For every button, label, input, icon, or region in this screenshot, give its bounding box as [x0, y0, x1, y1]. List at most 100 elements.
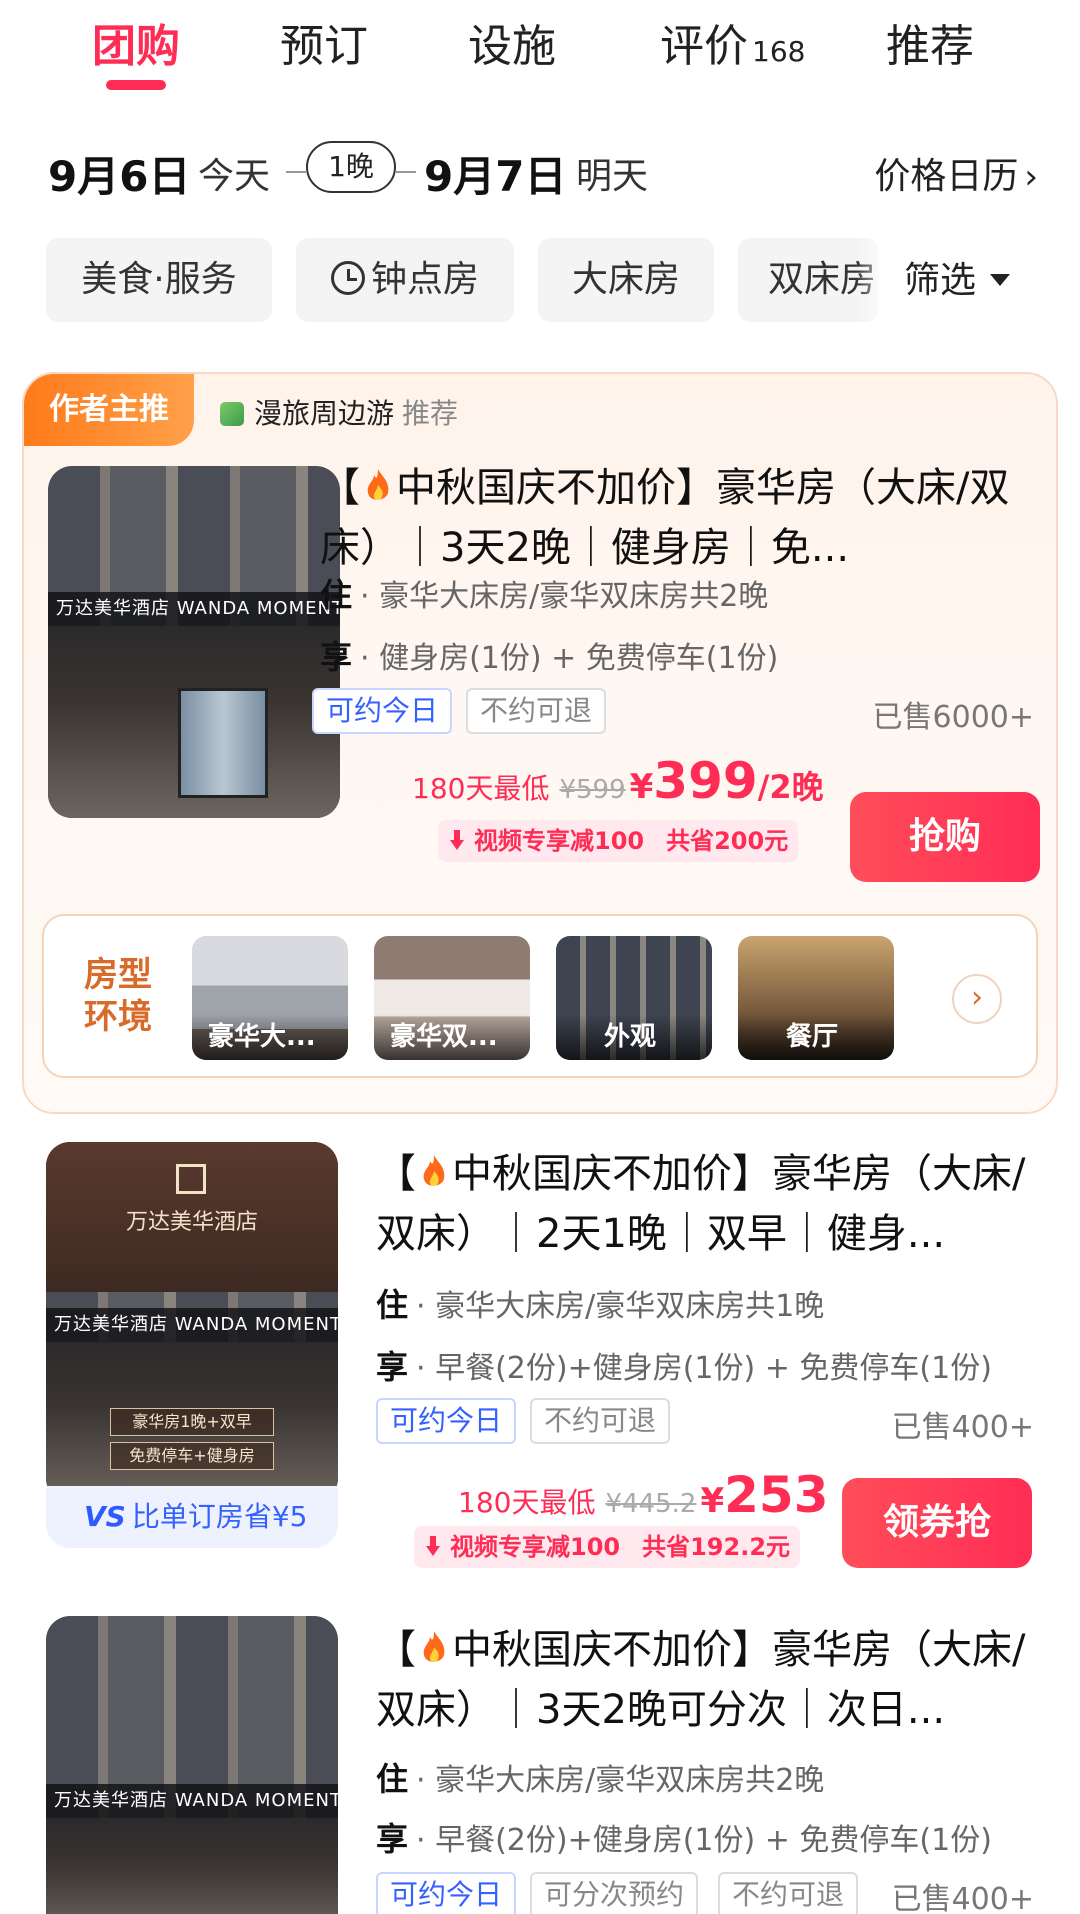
price-unit: /2晚	[757, 768, 824, 806]
compare-text: 比单订房省¥5	[131, 1500, 308, 1533]
nights-connector-left	[286, 171, 306, 173]
tag-bookable-today: 可约今日	[312, 688, 453, 734]
deal-price: 399	[653, 752, 758, 810]
nights-count[interactable]: 1晚	[306, 141, 396, 193]
sold-count: 已售400+	[891, 1410, 1034, 1445]
filter-chip-hourly-room[interactable]: 钟点房	[296, 238, 514, 322]
room-thumb-label: 外观	[556, 1014, 712, 1060]
deal-title[interactable]: 【中秋国庆不加价】豪华房（大床/双床）｜3天2晚可分次｜次日...	[376, 1620, 1036, 1740]
price-currency: ¥	[629, 767, 654, 807]
filter-dropdown-button[interactable]: 筛选	[896, 238, 1080, 324]
stay-key: 住	[376, 1760, 409, 1798]
total-saving: 共省200元	[666, 827, 789, 855]
video-discount-badge: 视频专享减100 共省192.2元	[414, 1526, 801, 1568]
video-discount-badge: 视频专享减100 共省200元	[438, 820, 799, 862]
enjoy-info: 享 · 早餐(2份)+健身房(1份) + 免费停车(1份)	[376, 1342, 992, 1388]
deal-price: 253	[724, 1466, 829, 1524]
promo-source: 漫旅周边游 推荐	[220, 392, 458, 432]
top-tab-bar: 团购 预订 设施 评价 168 推荐	[0, 0, 1080, 100]
enjoy-key: 享	[376, 1820, 409, 1858]
tab-group-buy[interactable]: 团购	[92, 10, 180, 74]
room-thumb-king[interactable]: 豪华大...	[192, 936, 348, 1060]
tag-bookable-today: 可约今日	[376, 1398, 517, 1444]
tab-reviews-label: 评价	[660, 21, 748, 72]
original-price: ¥445.2	[605, 1489, 697, 1519]
checkout-day-label: 明天	[576, 156, 649, 197]
caret-down-icon	[990, 274, 1011, 286]
deal-title-bracket: 【	[376, 1151, 416, 1197]
original-price: ¥599	[559, 775, 626, 805]
photo-overlay-text: 豪华房1晚+双早	[110, 1408, 274, 1436]
chevron-right-icon[interactable]: ›	[952, 974, 1002, 1024]
room-thumb-restaurant[interactable]: 餐厅	[738, 936, 894, 1060]
promo-source-suffix: 推荐	[402, 397, 459, 430]
enjoy-info: 享 · 早餐(2份)+健身房(1份) + 免费停车(1份)	[376, 1814, 992, 1860]
filter-chip-food-service[interactable]: 美食·服务	[46, 238, 272, 322]
enjoy-text: · 健身房(1份) + 免费停车(1份)	[360, 641, 779, 676]
tab-reviews[interactable]: 评价 168	[660, 10, 805, 74]
arrow-down-icon	[450, 830, 464, 850]
tab-facilities[interactable]: 设施	[468, 10, 556, 74]
deal-title-text: 中秋国庆不加价】豪华房（大床/双床）｜3天2晚｜健身房｜免...	[320, 465, 1010, 571]
tab-booking[interactable]: 预订	[280, 10, 368, 74]
stay-info: 住 · 豪华大床房/豪华双床房共2晚	[320, 570, 768, 616]
fire-icon	[423, 1155, 445, 1186]
price-calendar-link[interactable]: 价格日历 ›	[874, 147, 1038, 199]
hotel-sign: 万达美华酒店 WANDA MOMENTS	[46, 1784, 338, 1818]
filter-chip-king-bed[interactable]: 大床房	[538, 238, 714, 322]
author-pick-badge: 作者主推	[24, 374, 194, 446]
enjoy-info: 享 · 健身房(1份) + 免费停车(1份)	[320, 632, 778, 678]
hotel-lobby-image	[46, 1818, 338, 1914]
deal-photo[interactable]: 万达美华酒店 万达美华酒店 WANDA MOMENTS 豪华房1晚+双早 免费停…	[46, 1142, 338, 1502]
price-row: 180天最低 ¥445.2 ¥253	[458, 1466, 828, 1524]
checkout-date[interactable]: 9月7日	[424, 143, 566, 204]
arrow-down-icon	[426, 1536, 440, 1556]
price-row: 180天最低 ¥599 ¥399/2晚	[412, 752, 824, 810]
buy-button[interactable]: 抢购	[850, 792, 1040, 882]
discount-text: 视频专享减100	[450, 1533, 621, 1561]
tag-refundable: 不约可退	[530, 1398, 671, 1444]
room-thumb-exterior[interactable]: 外观	[556, 936, 712, 1060]
tag-bookable-today: 可约今日	[376, 1872, 517, 1914]
discount-text: 视频专享减100	[474, 827, 645, 855]
enjoy-text: · 早餐(2份)+健身房(1份) + 免费停车(1份)	[416, 1823, 992, 1858]
lowest-price-note: 180天最低	[412, 772, 550, 805]
hotel-brand-banner: 万达美华酒店	[46, 1142, 338, 1292]
revolving-door-image	[178, 688, 268, 798]
deal-title[interactable]: 【中秋国庆不加价】豪华房（大床/双床）｜3天2晚｜健身房｜免...	[320, 458, 1040, 578]
deal-title-text: 中秋国庆不加价】豪华房（大床/双床）｜3天2晚可分次｜次日...	[376, 1627, 1026, 1733]
deal-title-bracket: 【	[320, 465, 360, 511]
hotel-logo-icon	[176, 1164, 206, 1194]
fire-icon	[423, 1631, 445, 1662]
chevron-right-icon: ›	[1024, 157, 1038, 197]
filter-scroll-fade	[856, 238, 896, 324]
filter-bar: 美食·服务 钟点房 大床房 双床房 筛选	[0, 238, 1080, 324]
tab-recommend[interactable]: 推荐	[886, 10, 974, 74]
date-selector[interactable]: 9月6日 今天 1晚 9月7日 明天 价格日历 ›	[0, 135, 1080, 205]
room-type-strip: 房型环境 豪华大... 豪华双... 外观 餐厅 ›	[42, 914, 1038, 1078]
promoted-deal-card[interactable]: 作者主推 漫旅周边游 推荐 万达美华酒店 WANDA MOMENTS 【中秋国庆不…	[22, 372, 1058, 1114]
price-calendar-label: 价格日历	[874, 156, 1019, 197]
stay-info: 住 · 豪华大床房/豪华双床房共2晚	[376, 1754, 824, 1800]
tag-refundable: 不约可退	[466, 688, 607, 734]
price-currency: ¥	[700, 1481, 725, 1521]
stay-key: 住	[320, 576, 353, 614]
source-logo-icon	[220, 402, 244, 426]
enjoy-text: · 早餐(2份)+健身房(1份) + 免费停车(1份)	[416, 1351, 992, 1386]
claim-coupon-button[interactable]: 领券抢	[842, 1478, 1032, 1568]
stay-info: 住 · 豪华大床房/豪华双床房共1晚	[376, 1280, 824, 1326]
checkin-date[interactable]: 9月6日	[48, 143, 190, 204]
stay-text: · 豪华大床房/豪华双床房共2晚	[416, 1763, 825, 1798]
active-tab-indicator	[106, 80, 166, 90]
promo-source-name: 漫旅周边游	[254, 397, 395, 430]
room-thumb-twin[interactable]: 豪华双...	[374, 936, 530, 1060]
stay-text: · 豪华大床房/豪华双床房共2晚	[360, 579, 769, 614]
photo-overlay-text: 免费停车+健身房	[110, 1442, 274, 1470]
stay-text: · 豪华大床房/豪华双床房共1晚	[416, 1289, 825, 1324]
deal-title[interactable]: 【中秋国庆不加价】豪华房（大床/双床）｜2天1晚｜双早｜健身...	[376, 1144, 1036, 1264]
hotel-brand-name: 万达美华酒店	[125, 1210, 258, 1235]
nights-connector-right	[396, 171, 416, 173]
deal-photo[interactable]: 万达美华酒店 WANDA MOMENTS	[46, 1616, 338, 1914]
deal-photo[interactable]: 万达美华酒店 WANDA MOMENTS	[48, 466, 340, 818]
sold-count: 已售400+	[891, 1882, 1034, 1914]
